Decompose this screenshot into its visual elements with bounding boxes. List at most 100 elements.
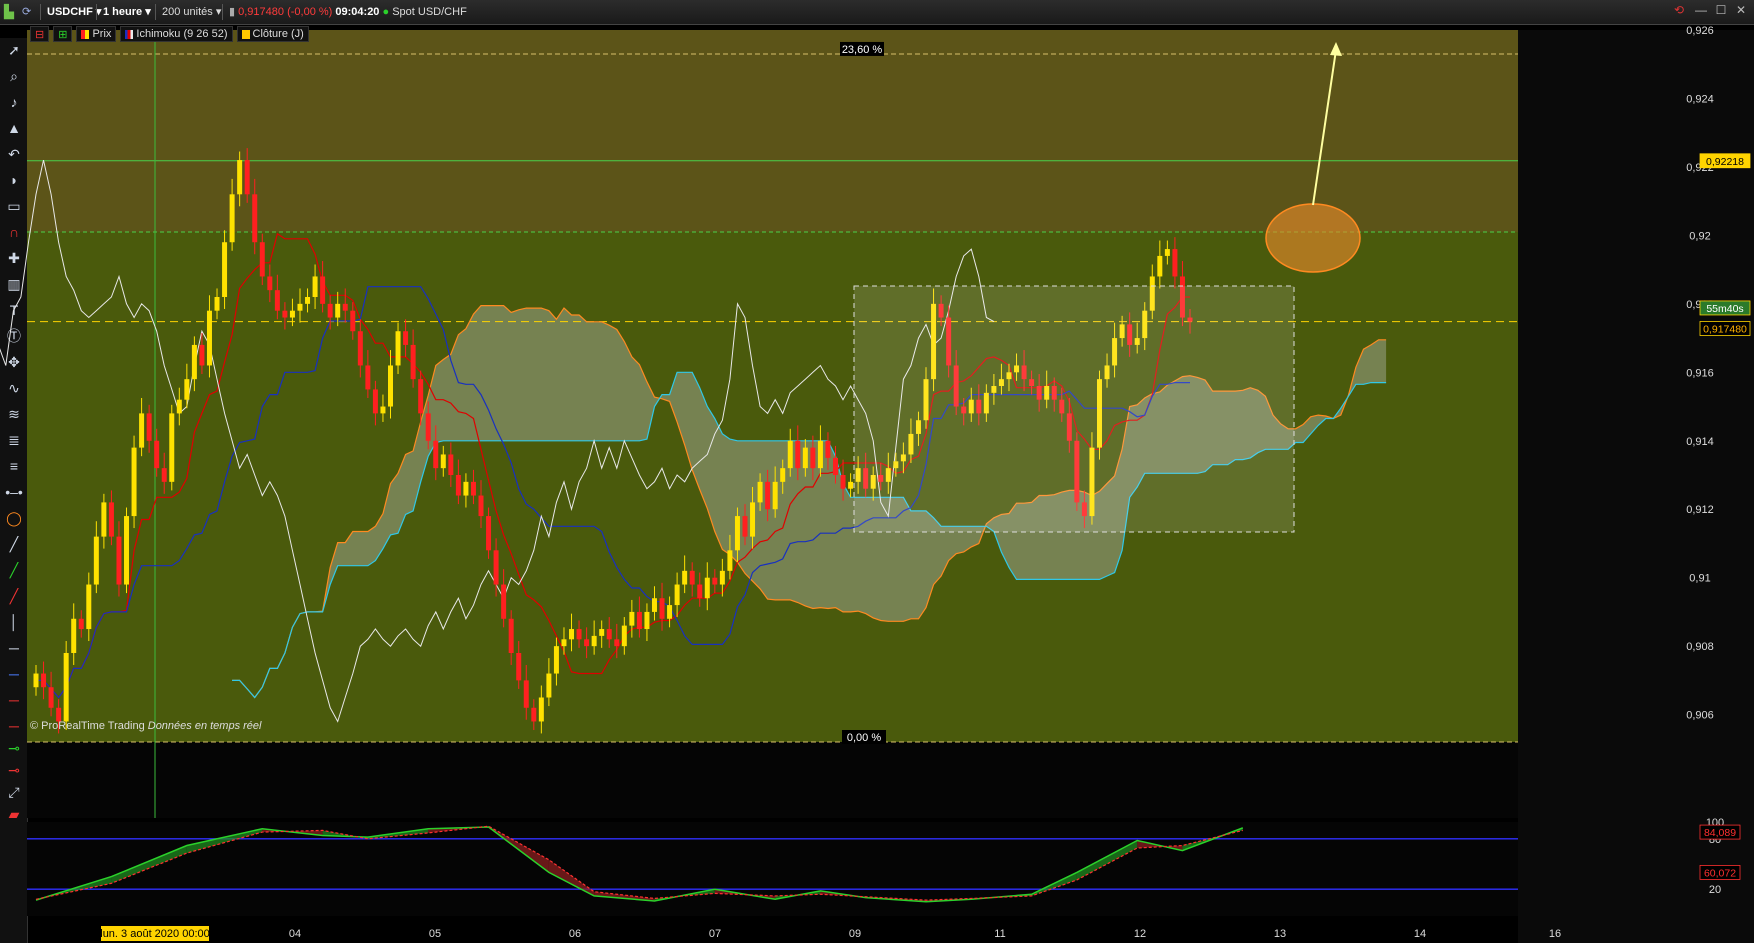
candle-body: [71, 618, 77, 653]
data-source-caption: © ProRealTime Trading Données en temps r…: [30, 720, 261, 732]
stochastic-panel: 10080402084,08960,072: [27, 817, 1741, 916]
candle-body: [719, 570, 725, 585]
candle-body: [267, 276, 273, 291]
last-price-tag: 0,917480: [1703, 323, 1747, 335]
date-tick-label: lun. 3 août 2020 00:00: [100, 928, 209, 940]
oscillator-background: [27, 822, 1518, 916]
candle-body: [320, 276, 326, 304]
price-tick-label: 0,91: [1689, 573, 1710, 585]
lower-blank: [27, 742, 1518, 818]
expand-button[interactable]: ⊞: [53, 26, 73, 42]
candle-body: [629, 611, 635, 626]
candle-body: [674, 584, 680, 606]
candle-body: [237, 160, 243, 195]
price-tick-label: 0,916: [1686, 367, 1714, 379]
candle-body: [644, 611, 650, 630]
candle-body: [621, 625, 627, 647]
legend-prix[interactable]: Prix: [76, 26, 117, 42]
candle-body: [501, 584, 507, 619]
candle-body: [335, 303, 341, 318]
collapse-button[interactable]: ⊟: [30, 26, 50, 42]
indicator-legend: ⊟ ⊞ Prix Ichimoku (9 26 52) Clôture (J): [30, 26, 309, 42]
candle-body: [101, 502, 107, 537]
candle-body: [734, 516, 740, 551]
date-tick-label: 09: [849, 928, 861, 940]
oscillator-value-tag: 60,072: [1704, 867, 1736, 879]
candle-body: [108, 502, 114, 537]
candle-body: [206, 310, 212, 366]
candle-body: [780, 468, 786, 482]
candle-body: [448, 454, 454, 475]
candle-body: [667, 605, 673, 619]
candle-body: [365, 365, 371, 390]
candle-body: [569, 629, 575, 640]
candle-body: [546, 673, 552, 698]
candle-body: [33, 673, 39, 688]
time-axis: lun. 3 août 2020 00:00 04 05 06 07 09 11 12 13 14…: [100, 926, 1561, 941]
candle-body: [810, 447, 816, 469]
candle-body: [357, 331, 363, 366]
price-chart[interactable]: 23,60 %0,00 % 0,9260,9240,9220,920,9180,…: [0, 0, 1754, 943]
brand-label: © ProRealTime Trading: [30, 720, 145, 732]
candle-body: [538, 697, 544, 722]
candle-body: [433, 440, 439, 469]
candle-body: [387, 365, 393, 407]
target-ellipse: [1265, 203, 1361, 273]
candle-body: [380, 406, 386, 414]
candle-body: [584, 639, 590, 647]
resistance-price-tag: 0,92218: [1706, 156, 1744, 168]
realtime-label: Données en temps réel: [147, 720, 262, 732]
candle-body: [222, 242, 228, 297]
candle-body: [289, 310, 295, 318]
candle-body: [199, 344, 205, 366]
candle-body: [244, 160, 250, 195]
candle-body: [154, 440, 160, 469]
legend-cloture-label: Clôture (J): [252, 28, 304, 40]
date-tick-label: 06: [569, 928, 581, 940]
candle-body: [689, 570, 695, 585]
candle-body: [765, 481, 771, 510]
candle-body: [176, 399, 182, 414]
candle-body: [516, 653, 522, 681]
candle-body: [614, 639, 620, 647]
candle-body: [825, 440, 831, 458]
candle-body: [833, 457, 839, 475]
candle-body: [848, 481, 854, 489]
oscillator-tick-label: 20: [1709, 884, 1721, 896]
date-tick-label: 04: [289, 928, 301, 940]
candle-body: [252, 194, 258, 243]
candle-body: [682, 570, 688, 585]
candle-body: [508, 618, 514, 653]
candle-body: [1164, 249, 1170, 256]
candle-body: [440, 454, 446, 469]
date-tick-label: 05: [429, 928, 441, 940]
candle-body: [486, 516, 492, 551]
range-rectangle: [853, 285, 1295, 533]
candle-body: [305, 297, 311, 304]
candle-body: [282, 310, 288, 318]
date-tick-label: 12: [1134, 928, 1146, 940]
candle-body: [817, 440, 823, 469]
price-tick-label: 0,908: [1686, 641, 1714, 653]
legend-ichimoku[interactable]: Ichimoku (9 26 52): [120, 26, 233, 42]
price-tick-label: 0,926: [1686, 25, 1714, 37]
oscillator-value-tag: 84,089: [1704, 827, 1736, 839]
candle-body: [342, 303, 348, 311]
candle-body: [48, 687, 54, 708]
candle-body: [41, 673, 47, 688]
candle-body: [350, 310, 356, 332]
date-tick-label: 07: [709, 928, 721, 940]
candle-body: [795, 440, 801, 469]
price-swatch: [81, 29, 90, 39]
candle-body: [757, 481, 763, 503]
candle-body: [553, 646, 559, 674]
candle-body: [750, 502, 756, 537]
candle-body: [561, 639, 567, 647]
legend-cloture[interactable]: Clôture (J): [236, 26, 309, 42]
legend-prix-label: Prix: [92, 28, 112, 40]
candle-body: [1157, 255, 1163, 277]
candle-body: [191, 344, 197, 380]
price-tick-label: 0,912: [1686, 504, 1714, 516]
candle-body: [116, 536, 122, 585]
date-tick-label: 13: [1274, 928, 1286, 940]
